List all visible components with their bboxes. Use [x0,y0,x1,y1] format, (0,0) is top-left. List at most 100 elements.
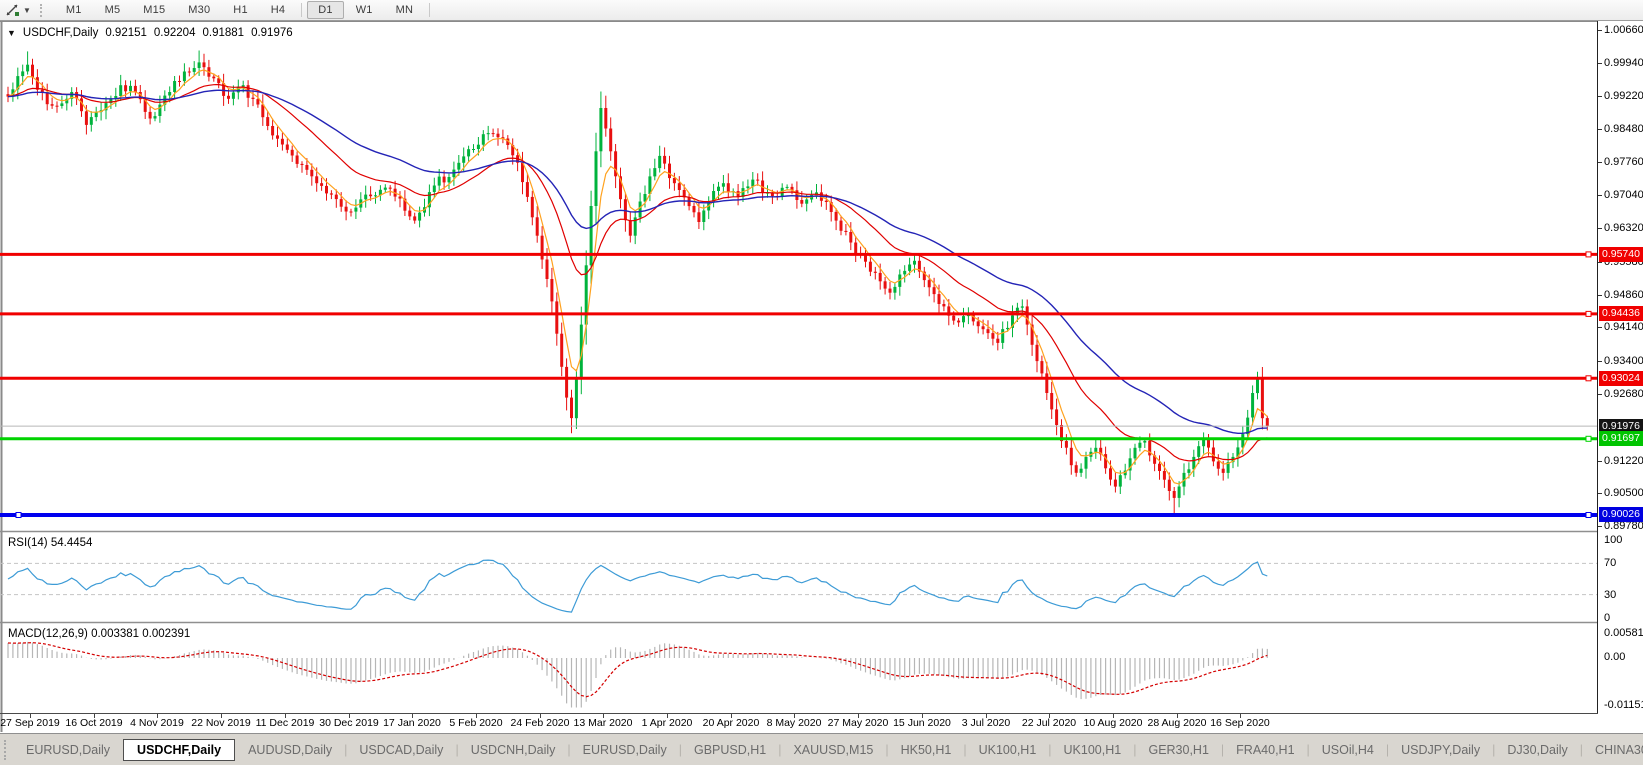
toolbar-grip [39,3,46,17]
macd-label: MACD(12,26,9) 0.003381 0.002391 [8,628,190,640]
timeframe-button-mn[interactable]: MN [385,1,425,19]
macd-signal-value: 0.002391 [142,628,191,640]
tab-usdcad-daily[interactable]: USDCAD,Daily [347,739,455,761]
tab-fra40-h1[interactable]: FRA40,H1 [1224,739,1306,761]
rsi-name: RSI(14) [8,537,48,549]
rsi-line [7,559,1268,613]
price-tick-mark [1598,162,1602,163]
timeframe-button-h1[interactable]: H1 [222,1,258,19]
tab-usdcnh-daily[interactable]: USDCNH,Daily [459,739,568,761]
price-tick-label: 0.92680 [1604,388,1643,400]
drawing-tool-icon [6,4,19,16]
price-tick-mark [1598,30,1602,31]
ma-slow [7,89,1268,434]
date-label: 27 May 2020 [827,717,889,729]
date-label: 8 May 2020 [766,717,822,729]
tab-usdchf-daily[interactable]: USDCHF,Daily [123,738,236,761]
price-tick-label: 0.93400 [1604,355,1643,367]
date-label: 5 Feb 2020 [449,717,503,729]
rsi-scale-70: 70 [1604,557,1617,569]
tab-usoil-h4[interactable]: USOil,H4 [1310,739,1386,761]
tab-china300-h1[interactable]: CHINA300,H1 [1583,739,1643,761]
timeframe-button-m1[interactable]: M1 [55,1,93,19]
toolbar-separator [301,3,303,17]
timeframe-button-m15[interactable]: M15 [132,1,176,19]
tab-eurusd-daily[interactable]: EURUSD,Daily [14,739,122,761]
date-label: 13 Mar 2020 [573,717,633,729]
toolbar-separator [429,3,431,17]
price-tick-label: 0.94860 [1604,289,1643,301]
support-line-blue-price-chip: 0.90026 [1599,507,1643,522]
tab-audusd-daily[interactable]: AUDUSD,Daily [236,739,344,761]
support-line-green-handle[interactable] [1585,435,1592,442]
date-label: 20 Apr 2020 [702,717,760,729]
date-label: 4 Nov 2019 [130,717,184,729]
support-line-blue-handle[interactable] [1585,512,1592,518]
tab-gbpusd-h1[interactable]: GBPUSD,H1 [682,739,778,761]
rsi-scale-0: 0 [1604,612,1611,624]
price-tick-mark [1598,262,1602,263]
price-tick-mark [1598,63,1602,64]
macd-histogram [7,641,1268,708]
chart-tabs: EURUSD,Daily USDCHF,Daily AUDUSD,Daily | USD… [14,738,1643,761]
price-tick-mark [1598,96,1602,97]
price-tick-mark [1598,394,1602,395]
date-label: 27 Sep 2019 [0,717,60,729]
tab-eurusd-daily[interactable]: EURUSD,Daily [571,739,679,761]
resistance-line-3-handle[interactable] [1585,375,1592,382]
rsi-scale-100: 100 [1604,534,1623,546]
date-label: 30 Dec 2019 [319,717,379,729]
timeframe-button-w1[interactable]: W1 [345,1,384,19]
macd-name: MACD(12,26,9) [8,628,88,640]
date-label: 1 Apr 2020 [641,717,693,729]
date-label: 28 Aug 2020 [1147,717,1207,729]
resistance-line-2-handle[interactable] [1585,310,1592,317]
resistance-line-2-price-chip: 0.94436 [1599,306,1643,321]
tab-usdjpy-daily[interactable]: USDJPY,Daily [1389,739,1492,761]
candlesticks [6,50,1269,517]
macd-scale-zero: 0.00 [1604,651,1626,663]
ma-medium [7,83,1268,462]
top-toolbar: ▼ M1 M5 M15 M30 H1 H4 D1 W1 MN [0,0,1643,21]
price-tick-label: 0.97760 [1604,156,1643,168]
tab-ger30-h1[interactable]: GER30,H1 [1136,739,1220,761]
price-tick-label: 0.99220 [1604,90,1643,102]
price-tick-label: 0.94140 [1604,321,1643,333]
quote-open: 0.92151 [105,27,147,39]
chevron-down-icon[interactable]: ▼ [23,6,31,15]
date-label: 16 Oct 2019 [65,717,123,729]
tab-uk100-h1[interactable]: UK100,H1 [967,739,1049,761]
resistance-line-1-handle[interactable] [1585,251,1592,258]
symbol-label: USDCHF,Daily [22,27,99,39]
quote-low: 0.91881 [202,27,245,39]
chart-canvas[interactable] [0,0,1643,764]
tab-hk50-h1[interactable]: HK50,H1 [889,739,964,761]
timeframe-button-d1[interactable]: D1 [307,1,344,19]
date-label: 17 Jan 2020 [383,717,441,729]
date-label: 24 Feb 2020 [510,717,570,729]
drawing-tool-button[interactable]: ▼ [3,2,33,18]
timeframe-button-m30[interactable]: M30 [177,1,221,19]
price-tick-mark [1598,461,1602,462]
rsi-scale-30: 30 [1604,589,1617,601]
tab-dj30-daily[interactable]: DJ30,Daily [1495,739,1579,761]
timeframe-button-h4[interactable]: H4 [260,1,296,19]
date-label: 16 Sep 2020 [1210,717,1270,729]
tab-uk100-h1[interactable]: UK100,H1 [1052,739,1134,761]
date-label: 22 Nov 2019 [191,717,251,729]
moving-averages [7,69,1268,485]
date-label: 22 Jul 2020 [1021,717,1077,729]
price-tick-mark [1598,526,1602,527]
horizontal-line-objects[interactable] [0,251,1597,518]
price-tick-mark [1598,361,1602,362]
price-tick-mark [1598,327,1602,328]
ma-fast [7,69,1268,485]
macd-main-value: 0.003381 [91,628,140,640]
timeframe-button-m5[interactable]: M5 [94,1,132,19]
price-tick-mark [1598,295,1602,296]
price-tick-label: 0.97040 [1604,189,1643,201]
collapse-triangle-icon[interactable]: ▼ [7,28,16,38]
tab-xauusd-m15[interactable]: XAUUSD,M15 [781,739,885,761]
price-tick-label: 0.90500 [1604,487,1643,499]
macd-scale-max: 0.005818 [1604,627,1643,639]
